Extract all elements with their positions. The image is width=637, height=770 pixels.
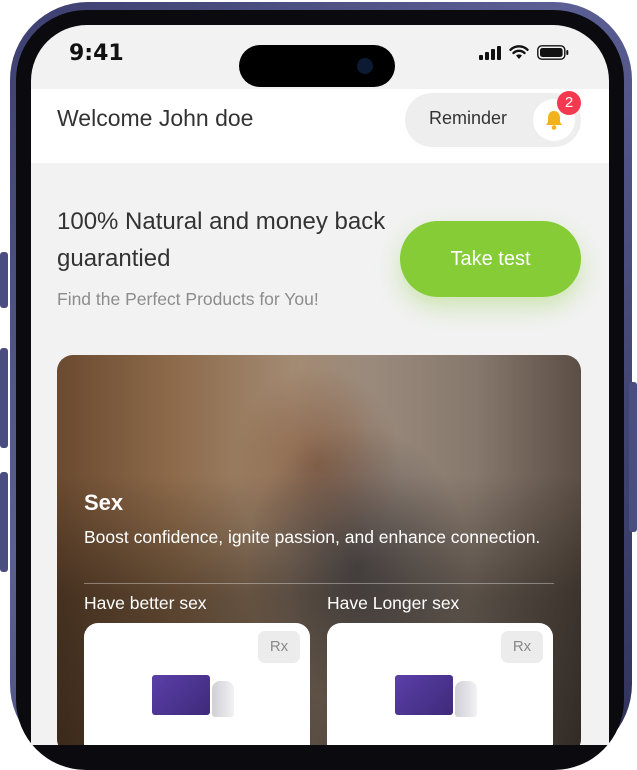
- app-header: Welcome John doe Reminder 2: [31, 89, 609, 163]
- battery-icon: [537, 45, 569, 60]
- hero-subline: Find the Perfect Products for You!: [57, 289, 319, 309]
- reminder-label: Reminder: [429, 108, 508, 128]
- reminder-button[interactable]: Reminder 2: [405, 91, 581, 147]
- option-label: Have better sex: [84, 593, 207, 613]
- side-button: [0, 472, 8, 572]
- product-bottle-image: [455, 681, 477, 717]
- product-box-image: [395, 675, 453, 715]
- signal-icon: [479, 45, 501, 60]
- hero-headline: 100% Natural and money back guarantied: [57, 208, 386, 272]
- product-bottle-image: [212, 681, 234, 717]
- category-card[interactable]: Sex Boost confidence, ignite passion, an…: [57, 355, 581, 745]
- divider: [84, 583, 554, 584]
- rx-badge: Rx: [501, 631, 543, 663]
- notification-badge: 2: [557, 91, 581, 115]
- app-screen: 9:41 Welcome John doe Reminder 2 100% Na…: [31, 25, 609, 745]
- dynamic-island: [239, 45, 395, 87]
- side-button: [0, 348, 8, 448]
- product-card[interactable]: Rx: [84, 623, 310, 745]
- product-box-image: [152, 675, 210, 715]
- status-icons: [479, 45, 569, 60]
- rx-badge: Rx: [258, 631, 300, 663]
- category-title: Sex: [84, 490, 124, 515]
- take-test-button[interactable]: Take test: [400, 221, 581, 297]
- status-time: 9:41: [69, 41, 124, 66]
- wifi-icon: [509, 45, 529, 59]
- option-label: Have Longer sex: [327, 593, 460, 613]
- side-button: [629, 382, 637, 532]
- welcome-text: Welcome John doe: [57, 105, 254, 131]
- product-card[interactable]: Rx: [327, 623, 553, 745]
- side-button: [0, 252, 8, 308]
- camera-icon: [357, 58, 373, 74]
- category-description: Boost confidence, ignite passion, and en…: [84, 527, 541, 547]
